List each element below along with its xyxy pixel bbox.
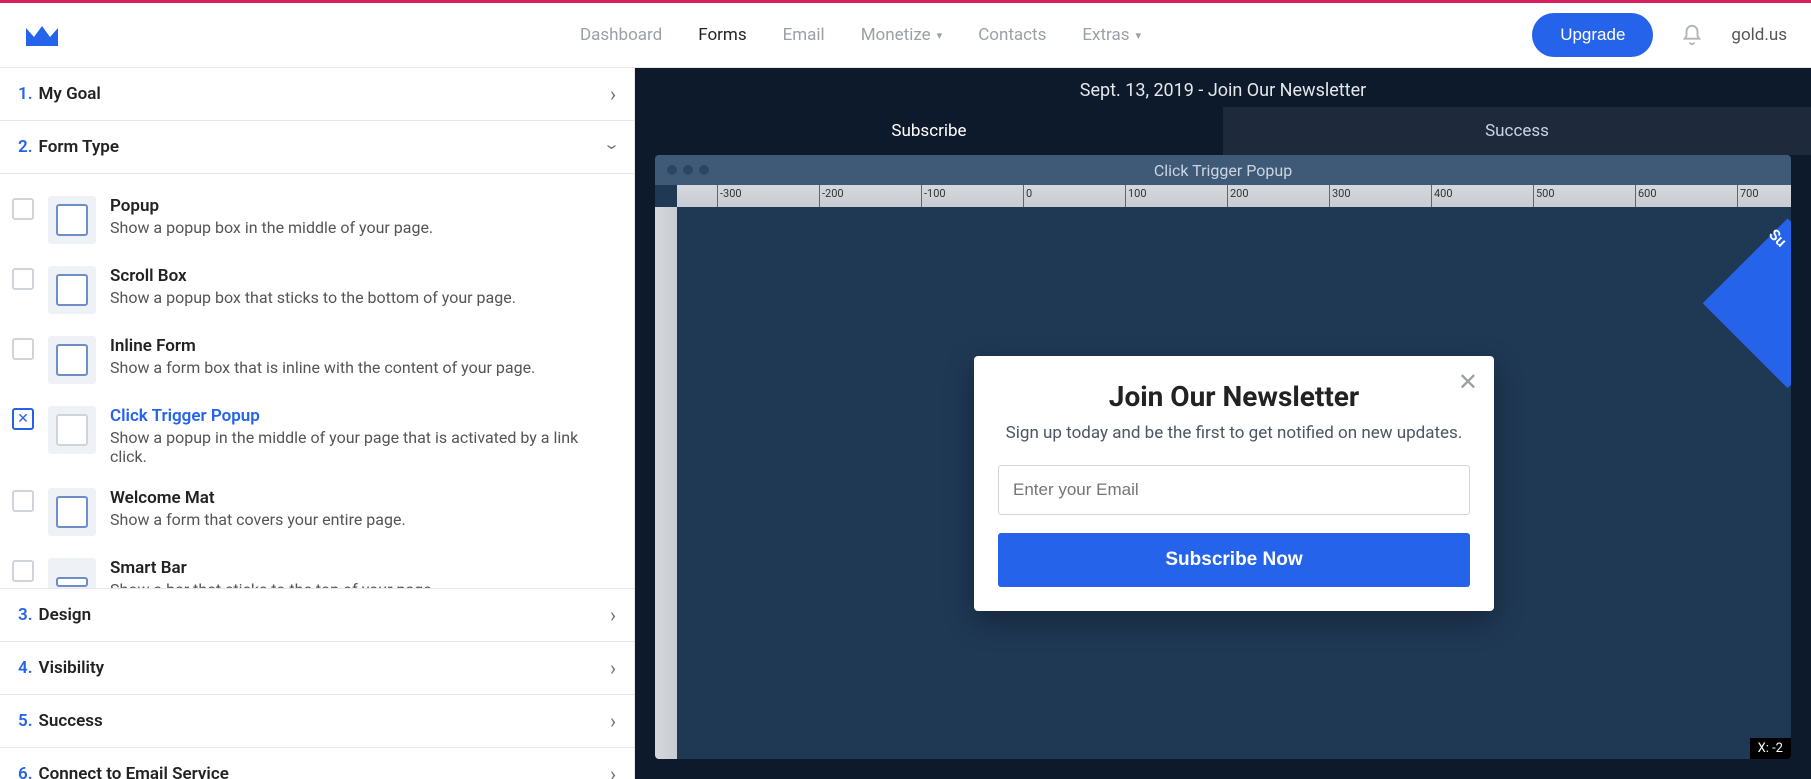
- form-type-desc: Show a form box that is inline with the …: [110, 358, 535, 377]
- popup-subheading: Sign up today and be the first to get no…: [998, 423, 1470, 443]
- email-field[interactable]: [998, 465, 1470, 515]
- checkbox[interactable]: [12, 560, 34, 582]
- step-form-type[interactable]: 2.Form Type ›: [0, 121, 634, 174]
- form-type-desc: Show a popup in the middle of your page …: [110, 428, 616, 466]
- chevron-right-icon: ›: [610, 656, 616, 680]
- popup-preview: ✕ Join Our Newsletter Sign up today and …: [974, 356, 1494, 611]
- canvas: Click Trigger Popup -300-200-10001002003…: [655, 155, 1791, 759]
- tab-subscribe[interactable]: Subscribe: [635, 107, 1223, 155]
- preview-title: Sept. 13, 2019 - Join Our Newsletter: [635, 68, 1811, 107]
- popup-heading: Join Our Newsletter: [998, 380, 1470, 413]
- tab-success[interactable]: Success: [1223, 107, 1811, 155]
- form-type-thumb-icon: [48, 558, 96, 589]
- step-design[interactable]: 3.Design ›: [0, 589, 634, 642]
- form-type-desc: Show a bar that sticks to the top of you…: [110, 580, 436, 589]
- cursor-coordinates: X: -2: [1750, 738, 1791, 759]
- form-type-list: Popup Show a popup box in the middle of …: [0, 174, 634, 589]
- form-type-thumb-icon: [48, 266, 96, 314]
- checkbox[interactable]: [12, 198, 34, 220]
- form-type-title: Smart Bar: [110, 558, 436, 578]
- checkbox[interactable]: [12, 338, 34, 360]
- window-dots-icon: [667, 165, 709, 175]
- user-menu[interactable]: gold.us: [1731, 25, 1787, 45]
- form-type-option[interactable]: Welcome Mat Show a form that covers your…: [0, 480, 634, 550]
- chevron-down-icon: ▾: [1136, 29, 1142, 42]
- close-icon[interactable]: ✕: [1458, 368, 1478, 396]
- form-type-thumb-icon: [48, 336, 96, 384]
- subscribe-button[interactable]: Subscribe Now: [998, 533, 1470, 587]
- form-type-option[interactable]: Inline Form Show a form box that is inli…: [0, 328, 634, 398]
- chevron-right-icon: ›: [610, 709, 616, 733]
- form-type-option[interactable]: Popup Show a popup box in the middle of …: [0, 188, 634, 258]
- chevron-down-icon: ▾: [937, 29, 943, 42]
- form-type-title: Click Trigger Popup: [110, 406, 616, 426]
- form-type-desc: Show a form that covers your entire page…: [110, 510, 406, 529]
- form-type-title: Inline Form: [110, 336, 535, 356]
- form-type-desc: Show a popup box that sticks to the bott…: [110, 288, 516, 307]
- config-sidebar: 1.My Goal › 2.Form Type › Popup Show a p…: [0, 68, 635, 779]
- preview-tabs: Subscribe Success: [635, 107, 1811, 155]
- canvas-label: Click Trigger Popup: [1154, 161, 1292, 180]
- form-type-thumb-icon: [48, 196, 96, 244]
- chevron-right-icon: ›: [610, 762, 616, 779]
- form-type-title: Popup: [110, 196, 433, 216]
- logo-icon: [24, 24, 60, 46]
- checkbox-selected[interactable]: ✕: [12, 408, 34, 430]
- form-type-option[interactable]: ✕ Click Trigger Popup Show a popup in th…: [0, 398, 634, 480]
- chevron-right-icon: ›: [610, 82, 616, 106]
- form-type-option[interactable]: Smart Bar Show a bar that sticks to the …: [0, 550, 634, 589]
- main: 1.My Goal › 2.Form Type › Popup Show a p…: [0, 68, 1811, 779]
- step-visibility[interactable]: 4.Visibility ›: [0, 642, 634, 695]
- nav-email[interactable]: Email: [783, 25, 825, 45]
- header: Dashboard Forms Email Monetize ▾ Contact…: [0, 3, 1811, 68]
- corner-ribbon: Su: [1766, 225, 1791, 250]
- step-connect-email[interactable]: 6.Connect to Email Service ›: [0, 748, 634, 779]
- ruler-horizontal: -300-200-1000100200300400500600700: [677, 185, 1791, 207]
- checkbox[interactable]: [12, 490, 34, 512]
- checkbox[interactable]: [12, 268, 34, 290]
- nav-contacts[interactable]: Contacts: [978, 25, 1046, 45]
- form-type-thumb-icon: [48, 406, 96, 454]
- nav-forms[interactable]: Forms: [698, 25, 746, 45]
- bell-icon[interactable]: [1681, 24, 1703, 46]
- canvas-inner: Su ✕ Join Our Newsletter Sign up today a…: [677, 207, 1791, 759]
- canvas-titlebar: Click Trigger Popup: [655, 155, 1791, 185]
- nav-dashboard[interactable]: Dashboard: [580, 25, 662, 45]
- form-type-title: Welcome Mat: [110, 488, 406, 508]
- upgrade-button[interactable]: Upgrade: [1532, 13, 1653, 57]
- chevron-down-icon: ›: [601, 144, 625, 150]
- form-type-thumb-icon: [48, 488, 96, 536]
- form-type-option[interactable]: Scroll Box Show a popup box that sticks …: [0, 258, 634, 328]
- step-my-goal[interactable]: 1.My Goal ›: [0, 68, 634, 121]
- ruler-vertical: [655, 207, 677, 759]
- chevron-right-icon: ›: [610, 603, 616, 627]
- nav-monetize[interactable]: Monetize ▾: [861, 25, 942, 45]
- preview-panel: Sept. 13, 2019 - Join Our Newsletter Sub…: [635, 68, 1811, 779]
- main-nav: Dashboard Forms Email Monetize ▾ Contact…: [580, 25, 1141, 45]
- form-type-title: Scroll Box: [110, 266, 516, 286]
- nav-extras[interactable]: Extras ▾: [1082, 25, 1141, 45]
- form-type-desc: Show a popup box in the middle of your p…: [110, 218, 433, 237]
- step-success[interactable]: 5.Success ›: [0, 695, 634, 748]
